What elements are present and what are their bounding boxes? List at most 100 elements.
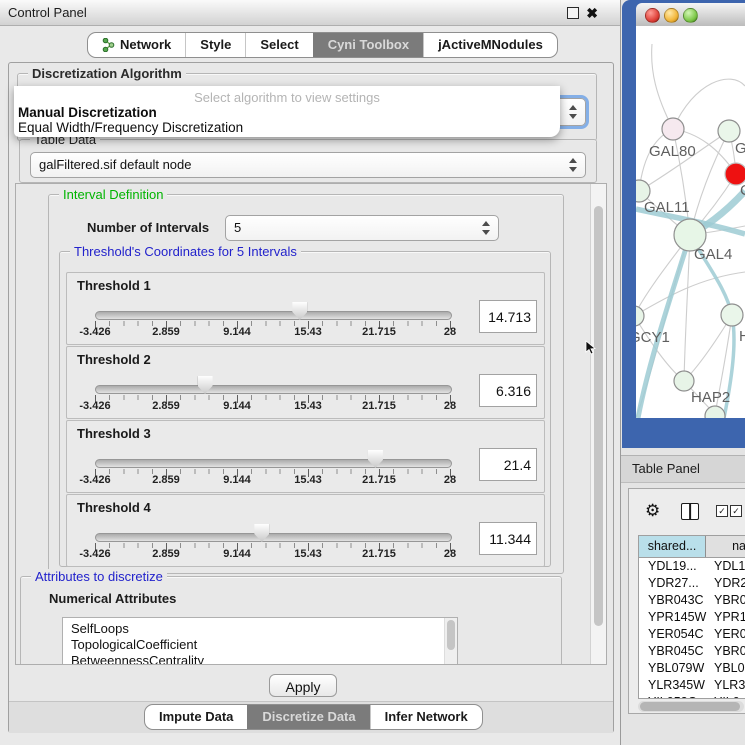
tab-cyni-toolbox[interactable]: Cyni Toolbox	[313, 33, 423, 57]
table-cell[interactable]: YPR1	[709, 609, 745, 626]
combo-arrows-icon	[482, 221, 491, 235]
float-window-icon[interactable]	[567, 7, 579, 19]
table-cell[interactable]: YDL19...	[639, 558, 709, 575]
table-cell[interactable]: YDL1	[709, 558, 745, 575]
table-row[interactable]: YBR043CYBR0	[639, 592, 745, 609]
list-item[interactable]: SelfLoops	[63, 618, 457, 637]
table-cell[interactable]: YBR045C	[639, 643, 709, 660]
threshold-2-slider-track[interactable]	[95, 385, 452, 394]
tab-jactivemnodules[interactable]: jActiveMNodules	[423, 33, 557, 57]
number-of-intervals-combobox[interactable]: 5	[225, 215, 499, 241]
settings-scrollbar[interactable]	[590, 184, 606, 664]
table-cell[interactable]: YIL0	[709, 694, 745, 699]
tab-impute-data-label: Impute Data	[159, 705, 233, 729]
node-h[interactable]	[721, 304, 743, 326]
table-cell[interactable]: YPR145W	[639, 609, 709, 626]
discretization-algorithm-group-title: Discretization Algorithm	[28, 66, 186, 81]
table-cell[interactable]: YBL0	[709, 660, 745, 677]
list-item[interactable]: BetweennessCentrality	[63, 653, 457, 665]
table-row[interactable]: YDL19...YDL1	[639, 558, 745, 575]
algorithm-option-equal-width-frequency[interactable]: Equal Width/Frequency Discretization	[18, 120, 243, 135]
column-header-name[interactable]: na	[706, 536, 745, 557]
gear-icon[interactable]: ⚙	[645, 501, 660, 521]
control-panel-title: Control Panel	[8, 0, 87, 25]
table-cell[interactable]: YBL079W	[639, 660, 709, 677]
tick-label: 15.43	[294, 400, 322, 412]
zoom-traffic-light[interactable]	[683, 8, 698, 23]
table-row[interactable]: YIL052CYIL0	[639, 694, 745, 699]
tick-label: 15.43	[294, 548, 322, 560]
tab-discretize-data-label: Discretize Data	[262, 705, 355, 729]
threshold-4-value-field[interactable]	[479, 522, 537, 555]
tab-select[interactable]: Select	[245, 33, 312, 57]
table-cell[interactable]: YIL052C	[639, 694, 709, 699]
threshold-2-value-field[interactable]	[479, 374, 537, 407]
tab-style[interactable]: Style	[185, 33, 245, 57]
node-gcy1[interactable]	[636, 306, 644, 326]
top-tab-bar: Network Style Select Cyni Toolbox jActiv…	[87, 32, 558, 58]
table-row[interactable]: YPR145WYPR1	[639, 609, 745, 626]
table-cell[interactable]: YBR043C	[639, 592, 709, 609]
tick-label: 2.859	[152, 326, 180, 338]
tab-impute-data[interactable]: Impute Data	[145, 705, 247, 729]
table-cell[interactable]: YDR2	[709, 575, 745, 592]
list-item[interactable]: TopologicalCoefficient	[63, 637, 457, 653]
algorithm-option-manual-discretization[interactable]: Manual Discretization	[18, 105, 157, 120]
node-gal80[interactable]	[662, 118, 684, 140]
table-data-combobox[interactable]: galFiltered.sif default node	[30, 152, 586, 178]
table-row[interactable]: YBL079WYBL0	[639, 660, 745, 677]
tick-label: -3.426	[79, 400, 110, 412]
tick-label: 28	[444, 400, 456, 412]
threshold-1-slider-track[interactable]	[95, 311, 452, 320]
table-cell[interactable]: YLR345W	[639, 677, 709, 694]
columns-icon[interactable]	[681, 503, 699, 520]
threshold-3-value-field[interactable]	[479, 448, 537, 481]
table-cell[interactable]: YLR3	[709, 677, 745, 694]
network-canvas[interactable]: GAL80 GA C GAL11 GAL4 GCY1 H HAP2	[636, 26, 745, 418]
scrollbar-thumb[interactable]	[594, 206, 603, 626]
network-window-titlebar	[636, 3, 745, 27]
node-hap2[interactable]	[674, 371, 694, 391]
thresholds-group-title: Threshold's Coordinates for 5 Intervals	[70, 244, 301, 259]
table-cell[interactable]: YER054C	[639, 626, 709, 643]
threshold-2-box: Threshold 2 -3.426 2.859 9.144 15.43 21.…	[66, 346, 545, 419]
column-header-shared-name[interactable]: shared...	[639, 536, 706, 557]
node-label-gal11: GAL11	[644, 199, 690, 216]
table-cell[interactable]: YBR0	[709, 643, 745, 660]
node-label-gal4: GAL4	[694, 246, 732, 263]
tab-infer-network[interactable]: Infer Network	[370, 705, 482, 729]
node-label-partial-c: C	[740, 182, 745, 199]
threshold-4-box: Threshold 4 -3.426 2.859 9.144 15.43 21.…	[66, 494, 545, 567]
threshold-4-slider-track[interactable]	[95, 533, 452, 542]
numerical-attributes-label: Numerical Attributes	[49, 591, 176, 606]
slider-tick-labels: -3.426 2.859 9.144 15.43 21.715 28	[67, 326, 544, 340]
table-row[interactable]: YDR27...YDR2	[639, 575, 745, 592]
table-cell[interactable]: YER0	[709, 626, 745, 643]
node-label-gcy1: GCY1	[636, 329, 670, 346]
minimize-traffic-light[interactable]	[664, 8, 679, 23]
table-row[interactable]: YER054CYER0	[639, 626, 745, 643]
tab-discretize-data[interactable]: Discretize Data	[247, 705, 369, 729]
close-icon[interactable]: ✖	[586, 3, 598, 23]
tick-label: 21.715	[362, 400, 396, 412]
table-row[interactable]: YBR045CYBR0	[639, 643, 745, 660]
table-cell[interactable]: YBR0	[709, 592, 745, 609]
tab-network[interactable]: Network	[88, 33, 185, 57]
node-bottom-partial[interactable]	[705, 406, 725, 418]
scrollbar-thumb[interactable]	[640, 702, 740, 711]
node-top-right[interactable]	[718, 120, 740, 142]
network-nodes	[636, 118, 745, 418]
tick-label: 28	[444, 326, 456, 338]
table-row[interactable]: YLR345WYLR3	[639, 677, 745, 694]
close-traffic-light[interactable]	[645, 8, 660, 23]
threshold-1-value-field[interactable]	[479, 300, 537, 333]
apply-button[interactable]: Apply	[269, 674, 337, 697]
checkbox-icon[interactable]: ✓	[716, 505, 728, 517]
table-horizontal-scrollbar[interactable]	[638, 701, 744, 712]
attributes-list-scrollbar[interactable]	[444, 618, 457, 665]
scrollbar-thumb[interactable]	[447, 620, 455, 650]
threshold-3-slider-track[interactable]	[95, 459, 452, 468]
app-root: Control Panel ✖ Network Style Select Cyn…	[0, 0, 745, 745]
checkbox-icon[interactable]: ✓	[730, 505, 742, 517]
table-cell[interactable]: YDR27...	[639, 575, 709, 592]
